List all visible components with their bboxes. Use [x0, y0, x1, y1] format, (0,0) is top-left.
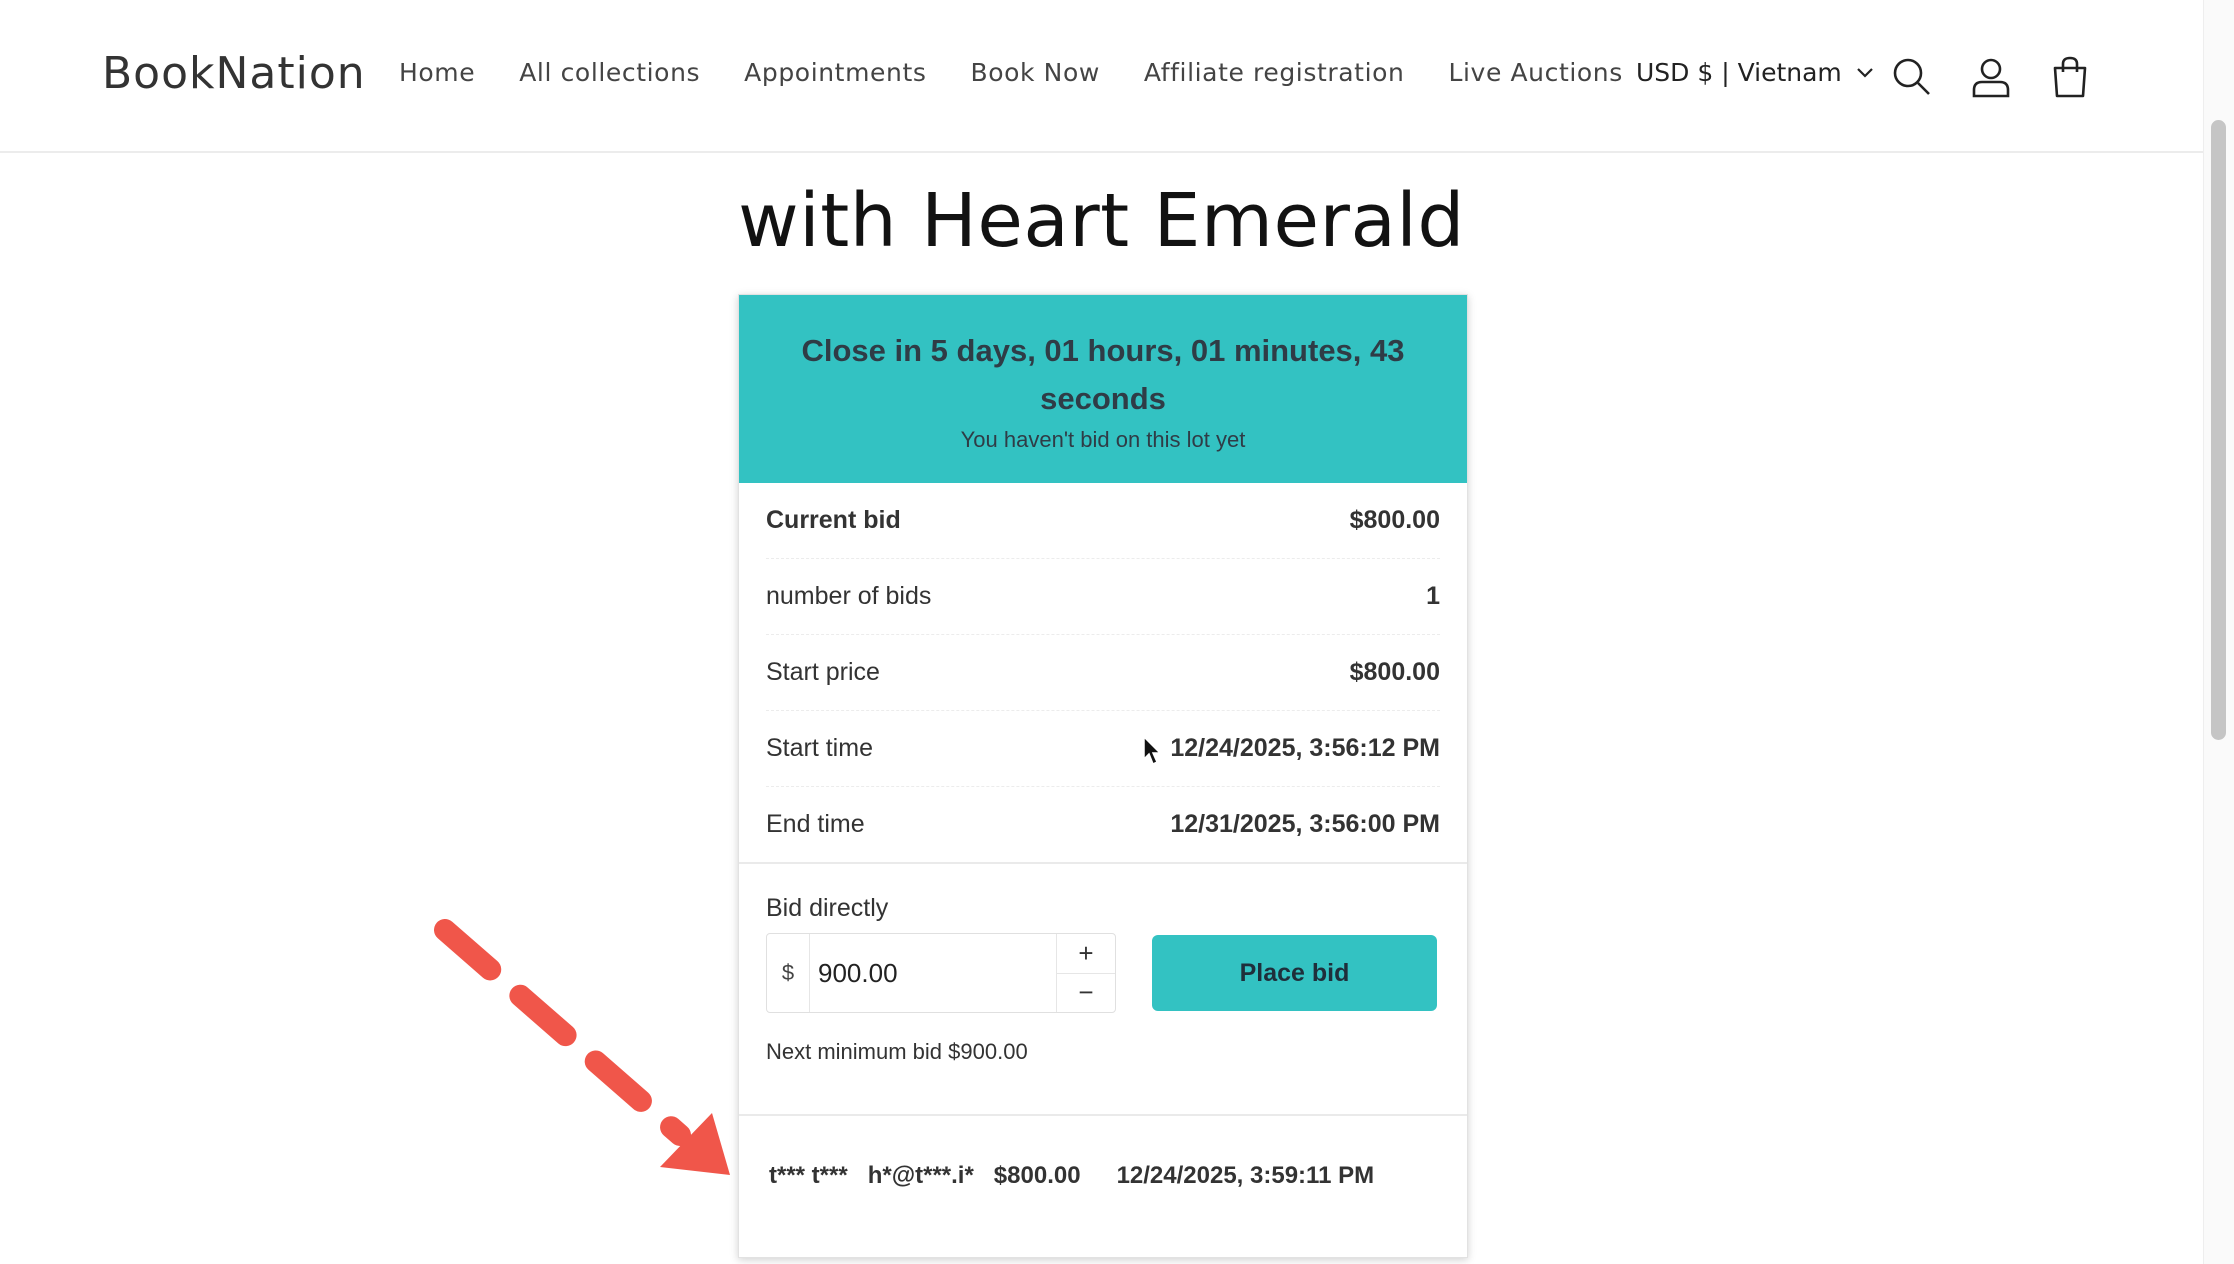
auction-countdown-banner: Close in 5 days, 01 hours, 01 minutes, 4…	[739, 295, 1467, 483]
nav-appointments[interactable]: Appointments	[744, 58, 926, 87]
detail-row-end-time: End time 12/31/2025, 3:56:00 PM	[766, 787, 1440, 862]
bid-stepper: + −	[1057, 934, 1115, 1012]
detail-value: 12/31/2025, 3:56:00 PM	[1170, 810, 1440, 838]
auction-card: Close in 5 days, 01 hours, 01 minutes, 4…	[738, 294, 1468, 1258]
bid-directly-label: Bid directly	[766, 894, 889, 922]
bid-status-text: You haven't bid on this lot yet	[960, 427, 1246, 452]
currency-selector[interactable]: USD $ | Vietnam	[1636, 58, 1874, 87]
auction-details: Current bid $800.00 number of bids 1 Sta…	[739, 483, 1467, 862]
nav-live-auctions[interactable]: Live Auctions	[1448, 58, 1622, 87]
currency-symbol: $	[767, 934, 810, 1012]
scrollbar-thumb[interactable]	[2211, 120, 2226, 740]
bid-section: Bid directly $ 900.00 + − Place bid Next…	[739, 862, 1467, 1114]
bid-amount-input[interactable]: 900.00	[810, 934, 1057, 1012]
nav-all-collections[interactable]: All collections	[519, 58, 700, 87]
detail-label: Current bid	[766, 506, 901, 534]
detail-row-current-bid: Current bid $800.00	[766, 483, 1440, 559]
nav-affiliate-registration[interactable]: Affiliate registration	[1144, 58, 1405, 87]
detail-label: Start price	[766, 658, 880, 686]
search-icon[interactable]	[1889, 54, 1935, 100]
increment-button[interactable]: +	[1057, 934, 1115, 974]
detail-row-number-of-bids: number of bids 1	[766, 559, 1440, 635]
detail-value: $800.00	[1349, 506, 1440, 534]
nav-home[interactable]: Home	[399, 58, 475, 87]
account-icon[interactable]	[1968, 54, 2014, 100]
detail-value: 12/24/2025, 3:56:12 PM	[1170, 734, 1440, 762]
cart-icon[interactable]	[2047, 54, 2093, 100]
mouse-cursor-icon	[1143, 736, 1162, 766]
bidder-name: t*** t***	[769, 1162, 848, 1189]
bid-time: 12/24/2025, 3:59:11 PM	[1116, 1162, 1375, 1189]
nav-book-now[interactable]: Book Now	[971, 58, 1100, 87]
detail-value: 1	[1426, 582, 1440, 610]
detail-label: End time	[766, 810, 865, 838]
detail-value: $800.00	[1349, 658, 1440, 686]
chevron-down-icon	[1857, 67, 1873, 78]
decrement-button[interactable]: −	[1057, 974, 1115, 1013]
bid-controls: $ 900.00 + − Place bid	[766, 933, 1440, 1013]
site-logo[interactable]: BookNation	[102, 48, 366, 99]
detail-label: number of bids	[766, 582, 932, 610]
detail-label: Start time	[766, 734, 873, 762]
place-bid-button[interactable]: Place bid	[1152, 935, 1437, 1011]
main-nav: Home All collections Appointments Book N…	[399, 58, 1667, 87]
bid-history-row: t*** t*** h*@t***.i* $800.00 12/24/2025,…	[739, 1114, 1467, 1236]
site-header: BookNation Home All collections Appointm…	[0, 0, 2203, 153]
countdown-text: Close in 5 days, 01 hours, 01 minutes, 4…	[801, 333, 1405, 416]
annotation-arrow-icon	[434, 919, 730, 1175]
bid-amount: $800.00	[993, 1162, 1081, 1189]
bid-amount-field: $ 900.00 + −	[766, 933, 1116, 1013]
detail-row-start-time: Start time 12/24/2025, 3:56:12 PM	[766, 711, 1440, 787]
bidder-email: h*@t***.i*	[867, 1162, 974, 1189]
next-minimum-bid-text: Next minimum bid $900.00	[766, 1039, 1028, 1064]
currency-label: USD $ | Vietnam	[1636, 58, 1842, 87]
detail-row-start-price: Start price $800.00	[766, 635, 1440, 711]
page-title: with Heart Emerald	[738, 178, 1465, 264]
